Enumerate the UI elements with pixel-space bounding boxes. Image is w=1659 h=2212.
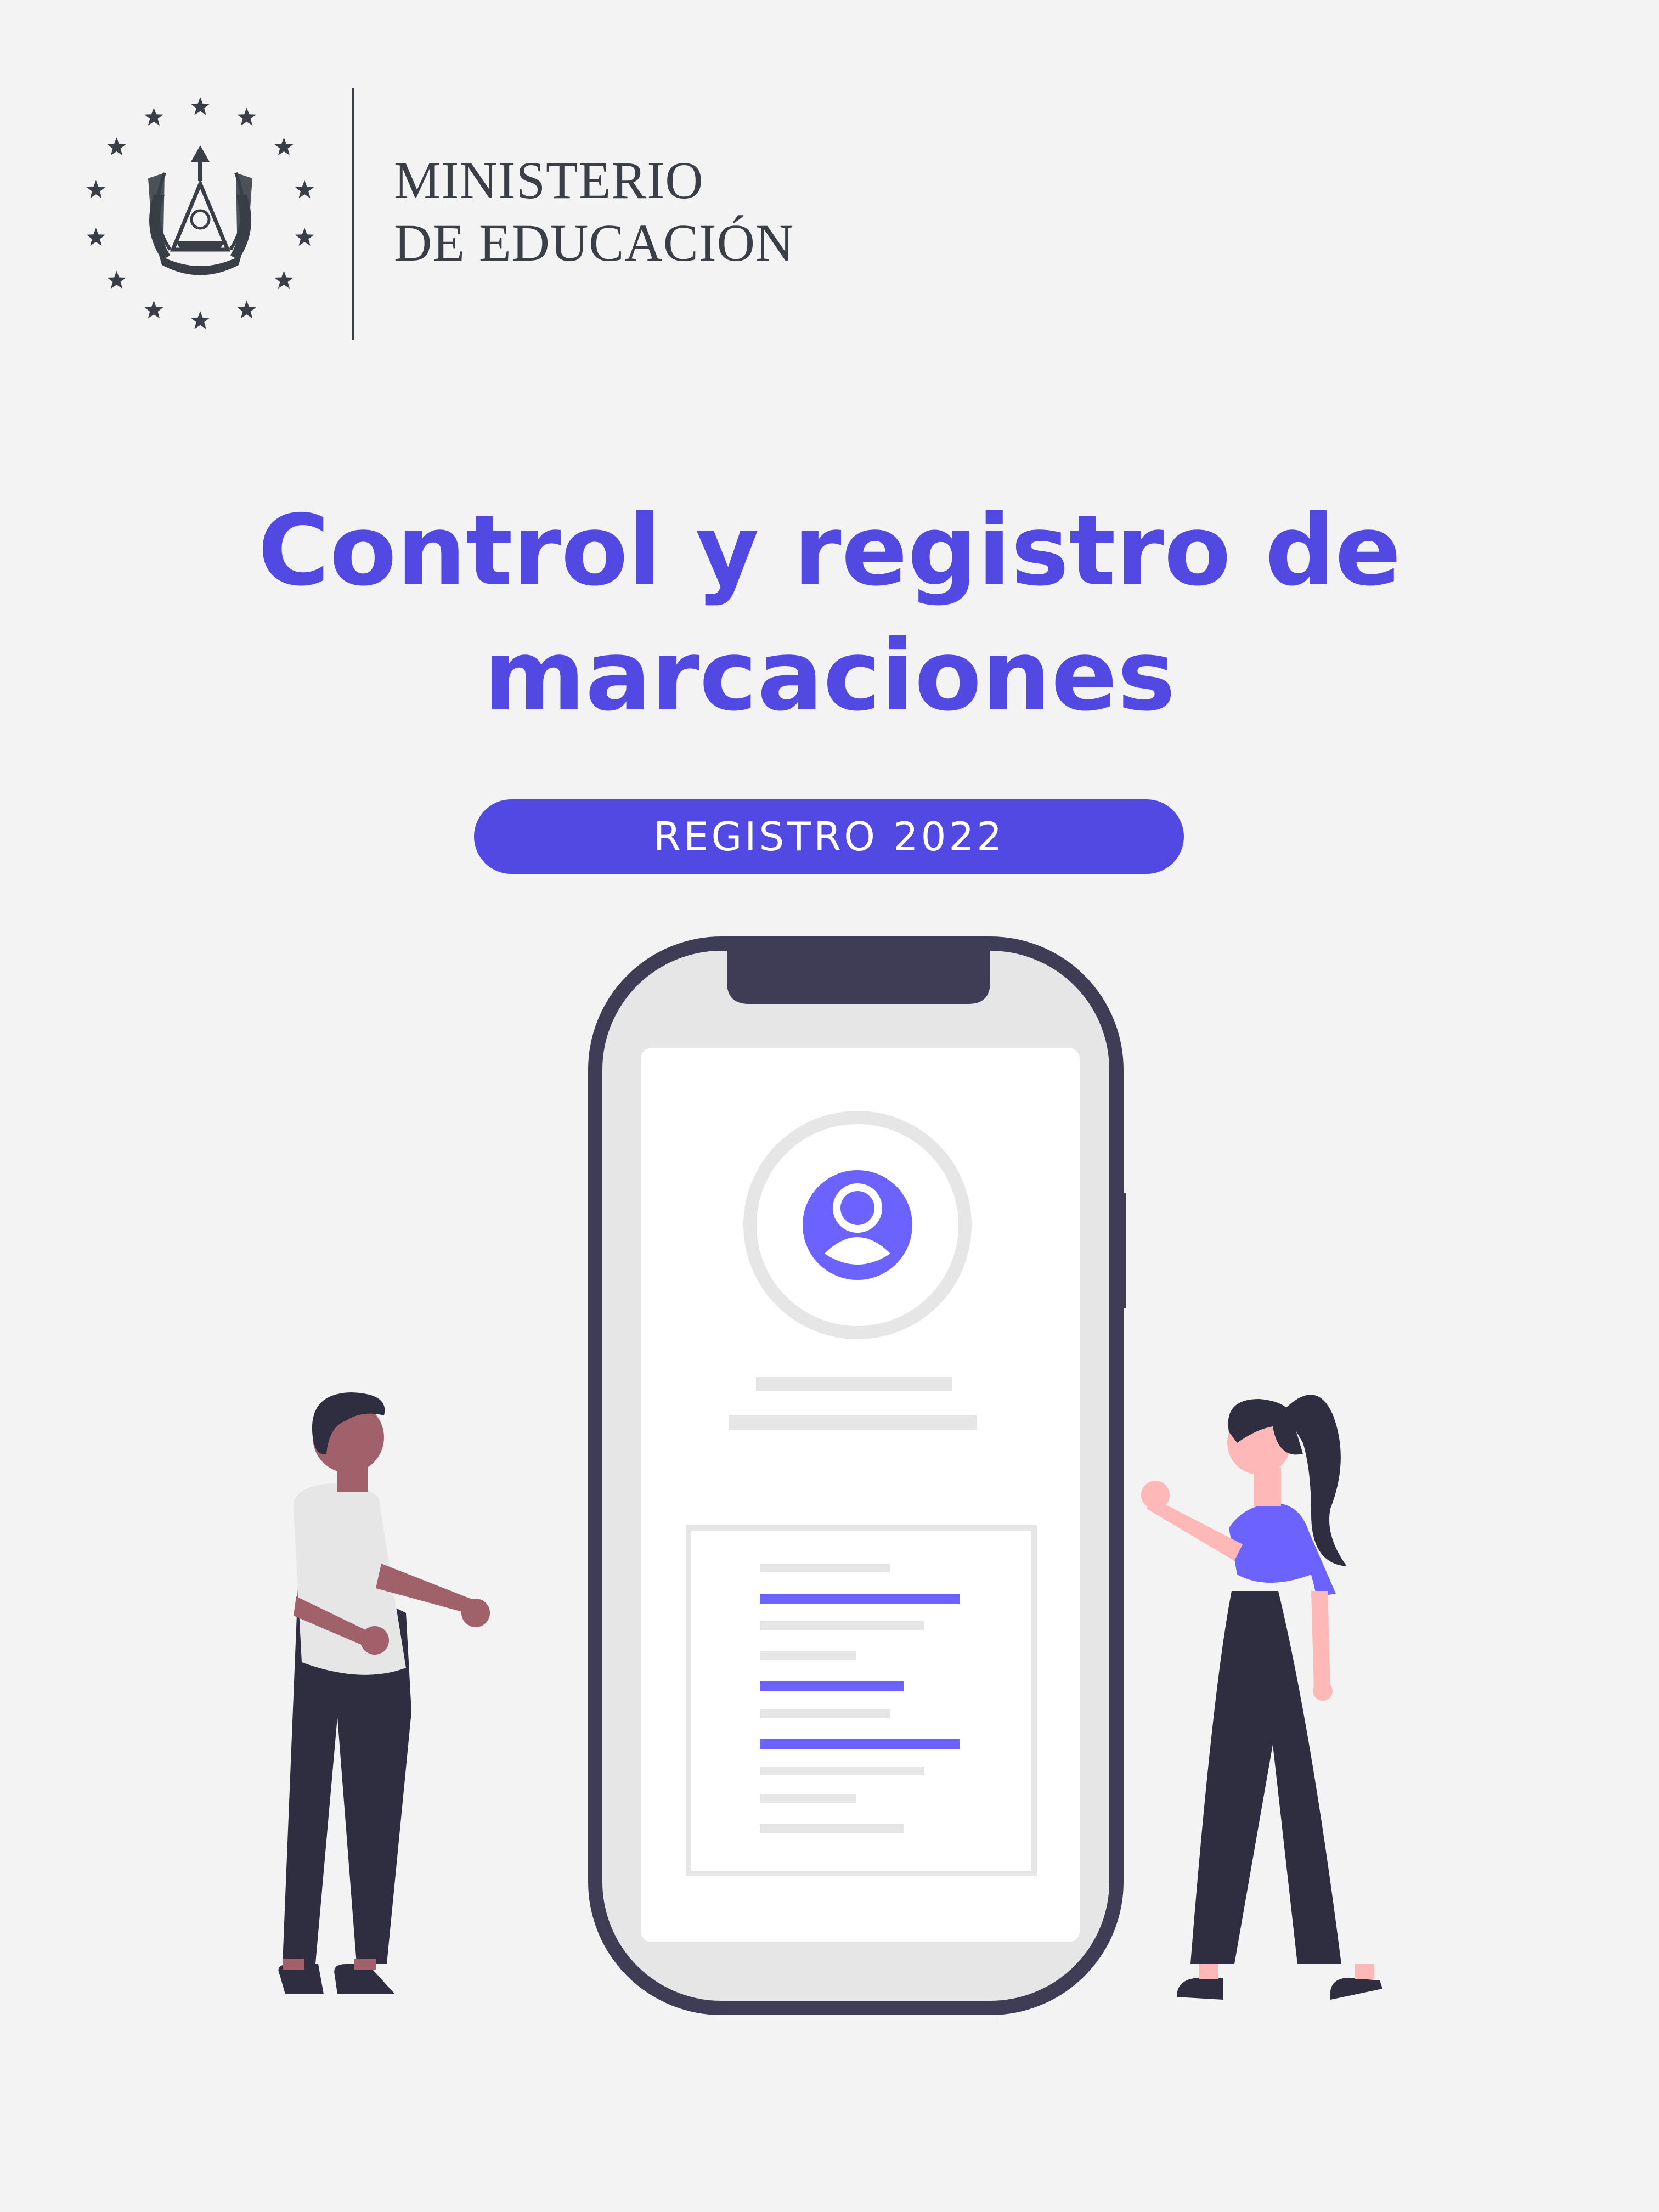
star-icon [190,311,210,329]
star-icon [86,228,105,246]
man-figure-icon [278,1392,490,1994]
year-badge: REGISTRO 2022 [474,799,1184,874]
title-line-1: Control y registro de [258,494,1401,607]
star-icon [295,180,314,199]
ministry-line-2: DE EDUCACIÓN [394,213,794,272]
star-icon [274,137,294,155]
star-icon [107,137,126,155]
smartphone-icon [588,936,1126,2015]
star-icon [237,108,256,126]
star-icon [274,270,294,289]
page-title: Control y registro de marcaciones [0,488,1659,738]
star-icon [86,180,105,199]
star-icon [144,300,163,319]
ministry-line-1: MINISTERIO [394,151,704,210]
user-avatar-icon [803,1170,912,1280]
star-icon [295,228,314,246]
star-icon [144,108,163,126]
ministry-name: MINISTERIO DE EDUCACIÓN [394,149,794,274]
star-icon [237,300,256,319]
title-line-2: marcaciones [483,619,1176,732]
header-divider [352,88,354,340]
star-icon [107,270,126,289]
coat-of-arms-icon [86,97,314,329]
stars-ring [86,97,314,329]
star-icon [190,97,210,115]
phone-people-illustration [278,936,1383,2015]
woman-figure-icon [1141,1395,1383,2000]
